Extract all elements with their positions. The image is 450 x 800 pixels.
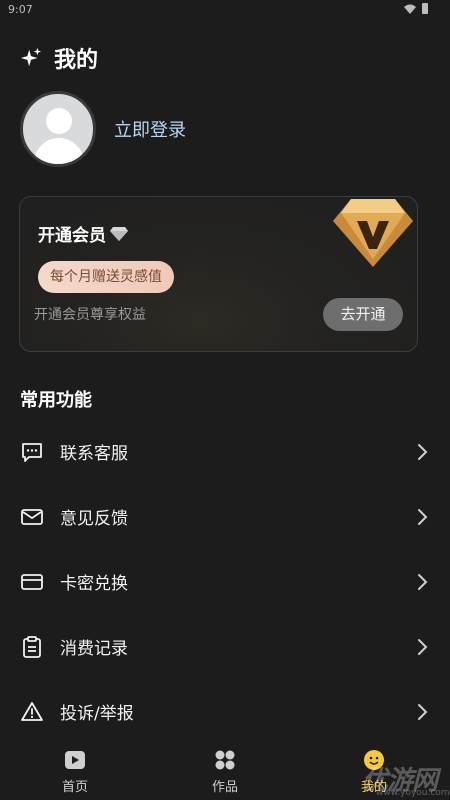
vip-badge: 每个月赠送灵感值 bbox=[38, 261, 174, 293]
sparkle-icon bbox=[20, 47, 42, 67]
chevron-right-icon bbox=[418, 573, 428, 590]
nav-home[interactable]: 首页 bbox=[45, 748, 105, 795]
mail-icon bbox=[21, 508, 43, 525]
vip-title-text: 开通会员 bbox=[38, 226, 106, 246]
menu-item-contact-support[interactable]: 联系客服 bbox=[0, 419, 450, 484]
warning-icon bbox=[21, 701, 43, 721]
chevron-right-icon bbox=[418, 443, 428, 460]
nav-label: 首页 bbox=[61, 780, 88, 795]
login-link[interactable]: 立即登录 bbox=[114, 116, 186, 142]
grid-icon bbox=[215, 750, 235, 770]
vip-diamond-icon bbox=[333, 199, 413, 267]
menu-label: 卡密兑换 bbox=[60, 574, 128, 594]
diamond-icon bbox=[110, 226, 128, 241]
menu-item-report[interactable]: 投诉/举报 bbox=[0, 679, 450, 744]
avatar-head bbox=[46, 108, 72, 134]
section-title: 常用功能 bbox=[20, 390, 92, 411]
play-icon bbox=[65, 751, 85, 769]
page-header: 我的 bbox=[20, 42, 98, 74]
chevron-right-icon bbox=[418, 508, 428, 525]
menu-label: 意见反馈 bbox=[60, 509, 128, 529]
wifi-icon bbox=[404, 4, 416, 14]
watermark-url: www.yoyou.com bbox=[376, 788, 450, 798]
profile-section: 立即登录 bbox=[20, 91, 186, 167]
menu-item-purchase-history[interactable]: 消费记录 bbox=[0, 614, 450, 679]
avatar-body bbox=[34, 138, 84, 164]
vip-card[interactable]: 开通会员 每个月赠送灵感值 开通会员尊享权益 去开通 bbox=[19, 196, 418, 352]
chat-icon bbox=[22, 442, 42, 462]
chevron-right-icon bbox=[418, 703, 428, 720]
page-title: 我的 bbox=[54, 48, 99, 73]
status-icons bbox=[404, 3, 428, 14]
function-menu: 联系客服 意见反馈 卡密兑换 消费记录 投诉/举报 bbox=[0, 419, 450, 744]
status-time: 9:07 bbox=[8, 3, 33, 16]
nav-works[interactable]: 作品 bbox=[195, 748, 255, 795]
avatar[interactable] bbox=[20, 91, 96, 167]
vip-title: 开通会员 bbox=[38, 221, 128, 246]
battery-icon bbox=[422, 3, 428, 14]
menu-label: 联系客服 bbox=[60, 444, 128, 464]
menu-label: 投诉/举报 bbox=[60, 704, 134, 724]
menu-label: 消费记录 bbox=[60, 639, 128, 659]
subscribe-button[interactable]: 去开通 bbox=[323, 298, 403, 331]
clipboard-icon bbox=[23, 635, 41, 658]
menu-item-feedback[interactable]: 意见反馈 bbox=[0, 484, 450, 549]
nav-label: 作品 bbox=[211, 780, 238, 795]
menu-item-redeem-code[interactable]: 卡密兑换 bbox=[0, 549, 450, 614]
status-bar: 9:07 bbox=[0, 0, 450, 20]
vip-description: 开通会员尊享权益 bbox=[34, 307, 146, 323]
card-icon bbox=[21, 573, 43, 590]
chevron-right-icon bbox=[418, 638, 428, 655]
